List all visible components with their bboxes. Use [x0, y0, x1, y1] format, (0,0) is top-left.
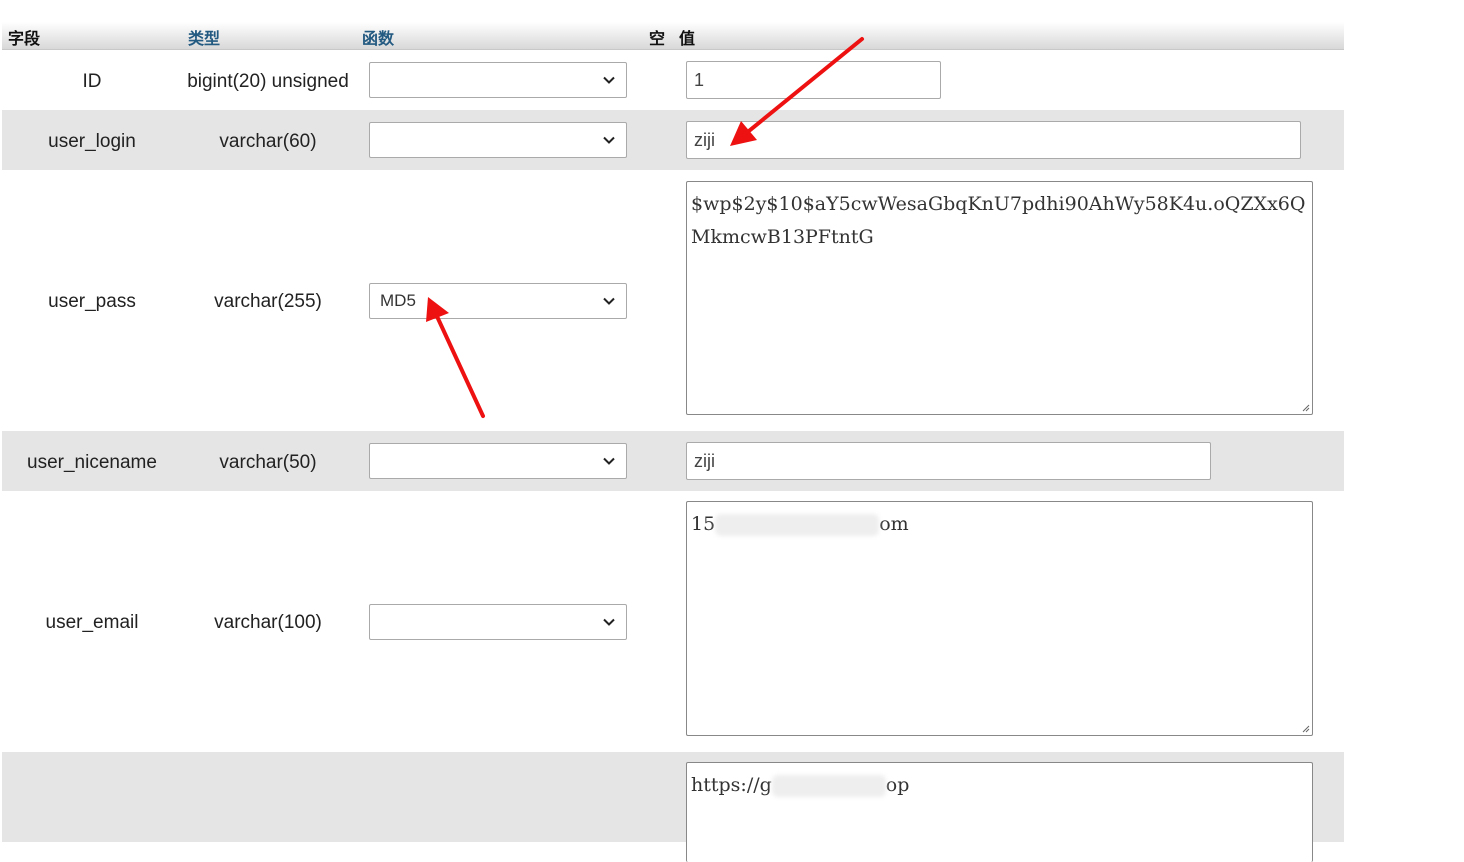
function-select[interactable] — [369, 122, 627, 158]
chevron-down-icon — [603, 76, 615, 84]
chevron-down-icon — [603, 297, 615, 305]
header-field: 字段 — [8, 29, 41, 48]
field-name: user_pass — [48, 291, 136, 312]
value-textarea[interactable]: $wp$2y$10$aY5cwWesaGbqKnU7pdhi90AhWy58K4… — [686, 181, 1313, 415]
value-input[interactable]: 1 — [686, 61, 941, 99]
value-text-prefix: https://g — [691, 774, 772, 796]
value-textarea[interactable]: https://g op — [686, 762, 1313, 862]
function-select[interactable] — [369, 62, 627, 98]
header-function-link[interactable]: 函数 — [362, 25, 394, 49]
function-select[interactable] — [369, 604, 627, 640]
chevron-down-icon — [603, 618, 615, 626]
table-row: https://g op — [2, 752, 1344, 862]
field-name: user_nicename — [27, 452, 157, 473]
value-textarea-text: $wp$2y$10$aY5cwWesaGbqKnU7pdhi90AhWy58K4… — [691, 193, 1306, 248]
resize-handle-icon[interactable] — [1300, 402, 1310, 412]
table-header: 字段 类型 函数 空 值 — [2, 22, 1344, 50]
table-row: user_email varchar(100) 15 om — [2, 491, 1344, 752]
resize-handle-icon[interactable] — [1300, 723, 1310, 733]
function-select[interactable]: MD5 — [369, 283, 627, 319]
field-name: user_email — [45, 612, 139, 633]
value-text-suffix: om — [879, 513, 909, 535]
field-type: bigint(20) unsigned — [187, 71, 349, 92]
chevron-down-icon — [603, 136, 615, 144]
table-row: user_pass varchar(255) MD5 $wp$2y$10$aY5… — [2, 170, 1344, 431]
value-text-suffix: op — [885, 774, 910, 796]
function-select-value: MD5 — [380, 291, 416, 310]
value-input[interactable]: ziji — [686, 442, 1211, 480]
table-row: user_login varchar(60) ziji — [2, 110, 1344, 170]
header-type-link[interactable]: 类型 — [188, 25, 220, 49]
redaction-blur — [771, 775, 886, 797]
redaction-blur — [715, 514, 880, 536]
function-select[interactable] — [369, 443, 627, 479]
field-name: user_login — [48, 131, 136, 152]
value-input[interactable]: ziji — [686, 121, 1301, 159]
header-null: 空 — [649, 29, 666, 48]
field-type: varchar(255) — [214, 291, 322, 312]
header-value: 值 — [679, 29, 696, 48]
chevron-down-icon — [603, 457, 615, 465]
field-type: varchar(60) — [219, 131, 317, 152]
table-row: user_nicename varchar(50) ziji — [2, 431, 1344, 491]
field-type: varchar(50) — [219, 452, 317, 473]
value-text-prefix: 15 — [691, 513, 716, 535]
field-name: ID — [82, 71, 102, 92]
field-type: varchar(100) — [214, 612, 322, 633]
value-textarea[interactable]: 15 om — [686, 501, 1313, 736]
table-row: ID bigint(20) unsigned 1 — [2, 50, 1344, 110]
